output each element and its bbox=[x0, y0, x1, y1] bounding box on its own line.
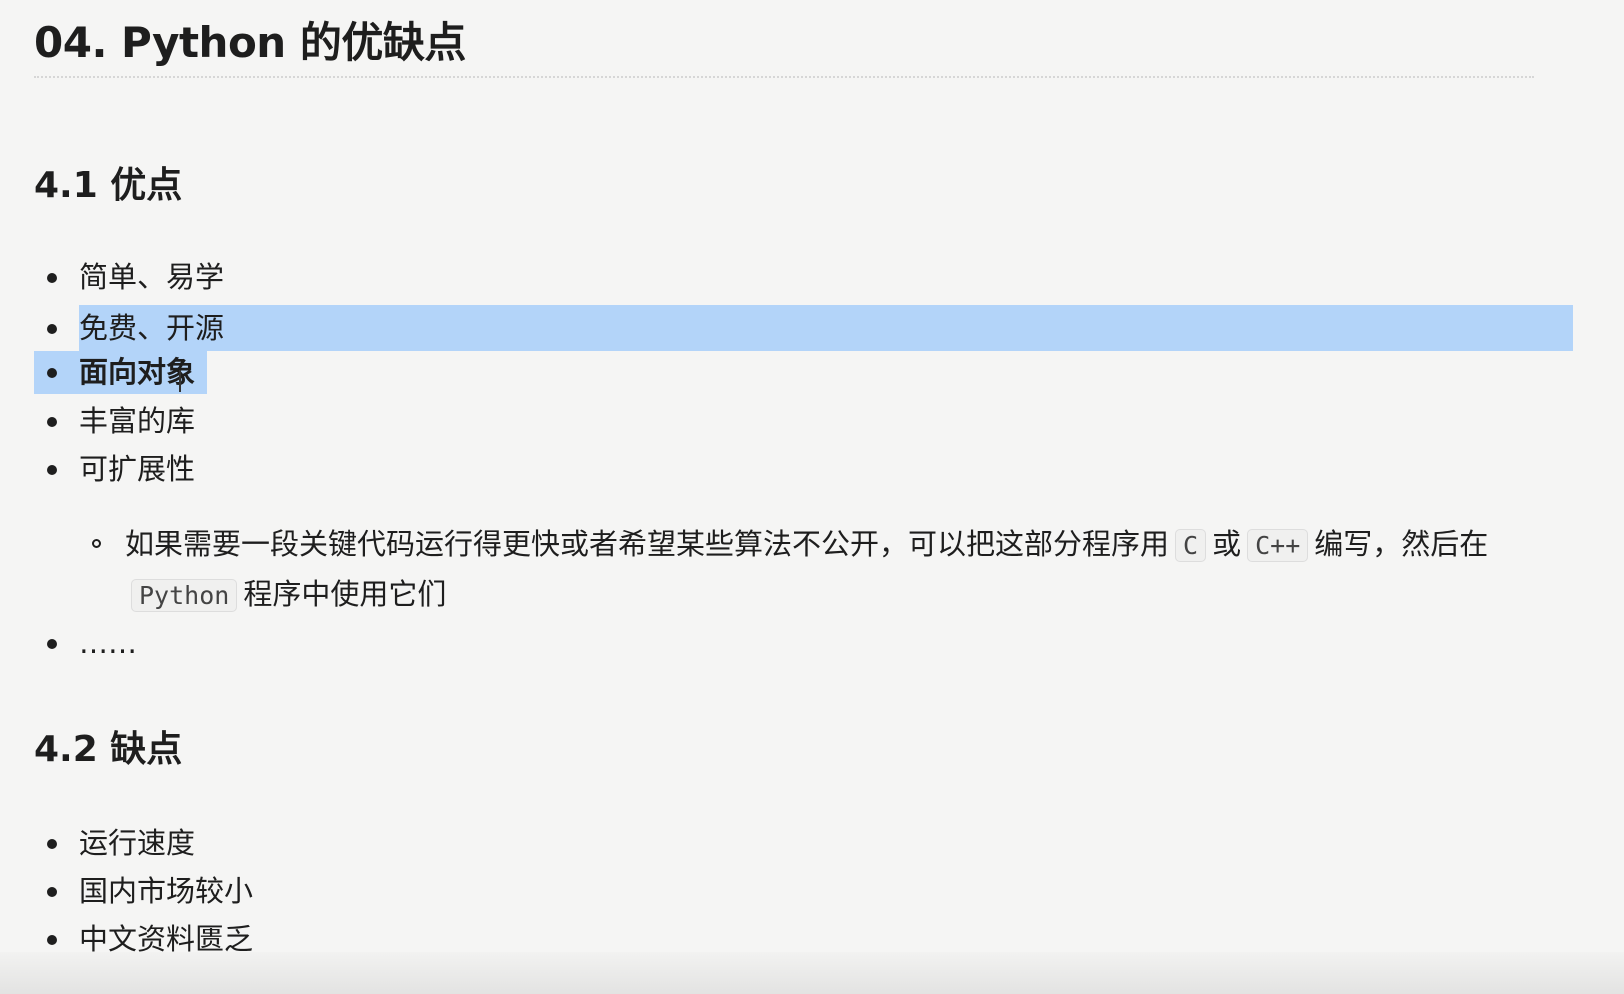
list-item-text: 运行速度 bbox=[79, 826, 196, 860]
list-item-text: 国内市场较小 bbox=[79, 874, 254, 908]
bullet-icon bbox=[47, 368, 57, 378]
list-item-text: 可扩展性 bbox=[79, 452, 196, 486]
bullet-icon bbox=[47, 273, 57, 283]
section-heading-pros: 4.1 优点 bbox=[34, 165, 183, 206]
title-divider bbox=[34, 76, 1534, 78]
list-item-text: 丰富的库 bbox=[79, 404, 196, 438]
text-cursor-icon bbox=[179, 370, 181, 392]
bullet-icon bbox=[47, 324, 57, 334]
bullet-icon bbox=[47, 935, 57, 945]
inline-code: C++ bbox=[1247, 529, 1309, 562]
bullet-icon bbox=[47, 465, 57, 475]
bullet-icon bbox=[47, 887, 57, 897]
inline-code: Python bbox=[131, 579, 238, 612]
hollow-bullet-icon bbox=[92, 539, 101, 548]
bullet-icon bbox=[47, 839, 57, 849]
page-title: 04. Python 的优缺点 bbox=[34, 18, 466, 67]
bottom-edge bbox=[0, 952, 1624, 994]
list-item-text: 免费、开源 bbox=[79, 311, 225, 345]
list-item-text: …… bbox=[79, 626, 137, 660]
bullet-icon bbox=[47, 417, 57, 427]
text-selection-highlight bbox=[79, 305, 1573, 351]
sub-list-item-text: 如果需要一段关键代码运行得更快或者希望某些算法不公开，可以把这部分程序用 C 或 C+… bbox=[125, 527, 1489, 612]
list-item-text: 简单、易学 bbox=[79, 260, 225, 294]
section-heading-cons: 4.2 缺点 bbox=[34, 729, 183, 770]
inline-code: C bbox=[1175, 529, 1207, 562]
document: 04. Python 的优缺点 4.1 优点 简单、易学 免费、开源 面向对象 … bbox=[34, 0, 1573, 994]
bullet-icon bbox=[47, 639, 57, 649]
list-item-text: 面向对象 bbox=[79, 355, 196, 389]
